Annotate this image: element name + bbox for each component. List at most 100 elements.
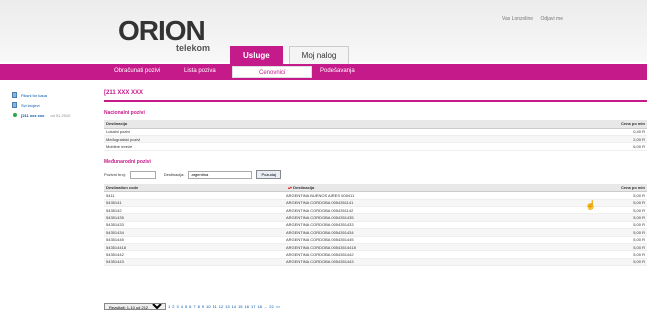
page-link[interactable]: ...	[264, 304, 267, 309]
page-link[interactable]: 5	[185, 304, 187, 309]
sidebar-item-fiksni[interactable]: Fiksni for kaua	[12, 90, 92, 100]
code-cell: 5411	[104, 191, 284, 200]
page-link[interactable]: 2	[172, 304, 174, 309]
subnav-item-obracunati[interactable]: Obračunati pozivi	[114, 68, 160, 74]
column-header-destination[interactable]: Destinacija	[104, 120, 418, 129]
number-input[interactable]	[129, 170, 156, 179]
page-link[interactable]: 1	[168, 304, 170, 309]
sidebar-item-svi-brojevi[interactable]: Svi brojevi	[12, 100, 92, 110]
price-cell: 6,00 R	[417, 142, 647, 151]
price-cell: 5,00 R	[594, 258, 647, 267]
column-header-price[interactable]: Cena po min	[594, 183, 647, 193]
price-cell: 5,00 R	[594, 236, 647, 244]
hand-cursor-icon: ☝	[585, 200, 597, 210]
results-per-page-select[interactable]: Rezultati: 1-10 od 212	[104, 303, 166, 310]
document-icon	[12, 92, 17, 98]
destination-input[interactable]	[188, 170, 253, 179]
table-row: 54351445 ARGENTINA CORDOBA 0054351445 5,00…	[104, 236, 647, 244]
subnav-item-podesavanja[interactable]: Podešavanja	[320, 68, 355, 74]
sidebar-item-sub: od 01.2010	[50, 112, 71, 118]
national-table: Destinacija Cena po min Lokalni pozivi 0,…	[104, 120, 647, 151]
number-label: Pozivni broj:	[104, 172, 126, 178]
user-link[interactable]: Vas Lonzoline	[502, 16, 533, 22]
destination-cell: ARGENTINA CORDOBA 0054351433	[284, 221, 594, 230]
price-cell: 0,40 R	[417, 128, 647, 136]
page-link[interactable]: 4	[181, 304, 183, 309]
page-link[interactable]: 3	[176, 304, 178, 309]
pagination: Rezultati: 1-10 od 212 1 2 3 4 5 6 7 8 9 10 11 12 13…	[104, 303, 282, 310]
price-cell: 5,00 R	[594, 213, 647, 222]
top-links: Vas Lonzoline Odjavi me	[496, 16, 563, 22]
destination-cell: Međugradski pozivi	[104, 135, 418, 144]
logout-link[interactable]: Odjavi me	[540, 16, 563, 22]
subnav: Obračunati pozivi Lista poziva Cenovnici…	[0, 64, 647, 80]
price-cell: 2,00 R	[417, 135, 647, 144]
page-link[interactable]: >>	[276, 304, 281, 309]
page-link[interactable]: 10	[206, 304, 210, 309]
destination-cell: ARGENTINA CORDOBA 0054351435	[284, 213, 594, 222]
page-links: 1 2 3 4 5 6 7 8 9 10 11 12 13 14 15 16 17 18... 22 >>	[168, 304, 282, 309]
page-link[interactable]: 15	[238, 304, 242, 309]
page-link[interactable]: 16	[245, 304, 249, 309]
sort-arrows-icon[interactable]: ▴▾	[288, 185, 292, 190]
column-header-code[interactable]: Destination code	[104, 183, 284, 193]
destination-cell: Lokalni pozivi	[104, 128, 418, 136]
subnav-item-cenovnici[interactable]: Cenovnici	[232, 66, 313, 78]
table-row: Mobilne mreže 6,00 R	[104, 142, 647, 151]
page-link[interactable]: 13	[225, 304, 229, 309]
document-icon	[12, 102, 17, 108]
price-cell: 5,00 R	[594, 228, 647, 237]
sidebar-item-label: Fiksni for kaua	[21, 92, 48, 98]
page-link[interactable]: 12	[219, 304, 223, 309]
destination-cell: ARGENTINA CORDOBA 0054351141	[284, 199, 594, 207]
destination-cell: ARGENTINA BUENOS AIRES 005411	[284, 191, 594, 200]
destination-cell: ARGENTINA CORDOBA 0054351142	[284, 206, 594, 215]
page-link[interactable]: 18	[257, 304, 261, 309]
page-link[interactable]: 11	[213, 304, 217, 309]
subnav-item-lista[interactable]: Lista poziva	[184, 68, 216, 74]
page-link[interactable]: 22	[269, 304, 273, 309]
code-cell: 5435142	[104, 206, 284, 215]
price-cell: 5,00 R	[594, 191, 647, 200]
price-cell: 5,00 R	[594, 206, 647, 215]
code-cell: 54351442	[104, 250, 284, 259]
page-link[interactable]: 17	[251, 304, 255, 309]
code-cell: 54351445	[104, 236, 284, 244]
column-header-price[interactable]: Cena po min	[417, 120, 647, 129]
sidebar-item-number[interactable]: [211 xxx xxx od 01.2010	[12, 110, 92, 120]
price-cell: 5,00 R	[594, 221, 647, 230]
page-link[interactable]: 7	[193, 304, 195, 309]
national-section-title: Nacionalni pozivi	[104, 110, 145, 116]
column-header-destination[interactable]: ▴▾ Destinacija	[284, 183, 594, 193]
sidebar: Fiksni for kaua Svi brojevi [211 xxx xxx…	[12, 90, 92, 120]
code-cell: 54351435	[104, 213, 284, 222]
destination-cell: ARGENTINA CORDOBA 0054351434	[284, 228, 594, 237]
filter-bar: Pozivni broj: Destinacija: Pozudaj	[104, 169, 647, 181]
tab-moj-nalog[interactable]: Moj nalog	[288, 46, 350, 64]
table-row: 54351433 ARGENTINA CORDOBA 0054351433 5,00…	[104, 221, 647, 230]
search-button[interactable]: Pozudaj	[256, 170, 281, 180]
code-cell: 54351434	[104, 228, 284, 237]
main-content: [211 XXX XXX Nacionalni pozivi Destinaci…	[104, 90, 647, 267]
destination-cell: ARGENTINA CORDOBA 00543514418	[284, 243, 594, 252]
logo-text: ORION	[118, 15, 206, 46]
table-row: 5411 ARGENTINA BUENOS AIRES 005411 5,00 R	[104, 191, 647, 200]
code-cell: 54351443	[104, 258, 284, 267]
code-cell: 54351433	[104, 221, 284, 230]
table-row: 54351443 ARGENTINA CORDOBA 0054351443 5,00…	[104, 258, 647, 267]
international-table: Destination code ▴▾ Destinacija Cena po …	[104, 183, 647, 267]
table-row: 54351442 ARGENTINA CORDOBA 0054351442 5,00…	[104, 250, 647, 259]
table-row: 543514418 ARGENTINA CORDOBA 00543514418 5,…	[104, 243, 647, 252]
status-dot-icon	[13, 113, 17, 117]
page-link[interactable]: 6	[189, 304, 191, 309]
table-row: 54351435 ARGENTINA CORDOBA 0054351435 5,00…	[104, 213, 647, 222]
page-link[interactable]: 8	[198, 304, 200, 309]
logo: ORION	[118, 15, 206, 46]
tab-usluge[interactable]: Usluge	[230, 46, 283, 64]
table-row: 5435142 ARGENTINA CORDOBA 0054351142 5,00 …	[104, 206, 647, 215]
column-header-label: Destinacija	[293, 184, 315, 190]
page-link[interactable]: 14	[232, 304, 236, 309]
page-link[interactable]: 9	[202, 304, 204, 309]
code-cell: 5435141	[104, 199, 284, 207]
price-cell: 5,00 R	[594, 250, 647, 259]
